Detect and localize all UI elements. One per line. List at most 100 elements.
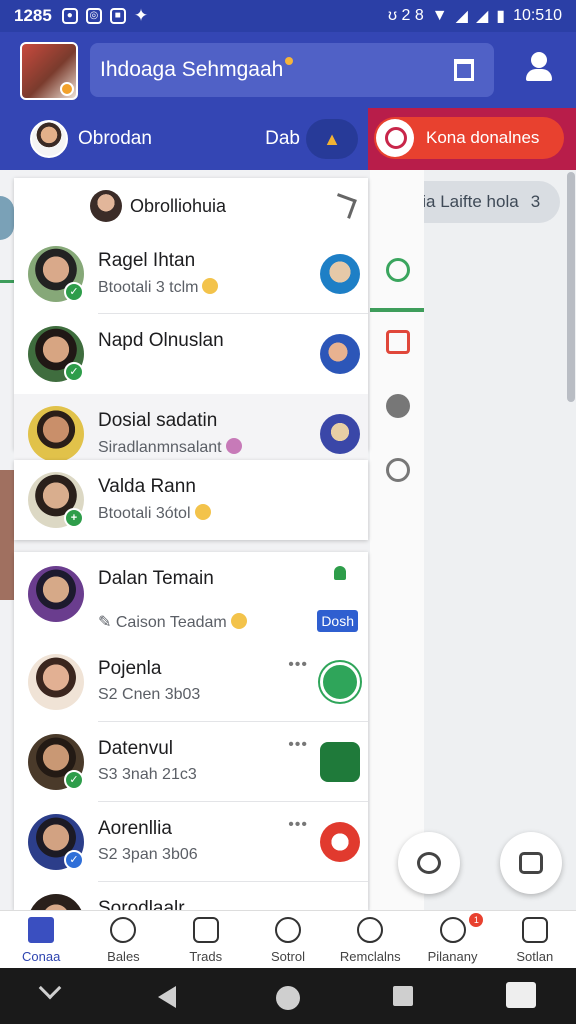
rail-divider [370,308,424,312]
tab-sotlan[interactable]: Sotlan [494,911,576,968]
search-text: Ihdoaga Sehmgaah [100,58,284,81]
play-icon[interactable] [386,330,410,354]
home-button-icon[interactable] [276,986,300,1010]
contact-name: Ragel Ihtan [98,250,196,271]
chevron-down-icon[interactable] [38,976,62,1000]
app-icon[interactable] [320,822,360,862]
card-header: Obrolliohuia [14,178,368,234]
more-icon[interactable]: ••• [288,816,308,834]
recents-icon[interactable] [393,986,413,1006]
heart-icon[interactable] [386,394,410,418]
battery-icon: ▮ [496,8,506,25]
bell-icon[interactable] [334,566,346,580]
contact-avatar [28,654,84,710]
smile-icon[interactable] [386,458,410,482]
emoji-icon [225,438,242,454]
contact-subtitle: S3 3nah 21c3 [98,766,197,783]
status-right-text: ʊ 2 8 [388,7,424,24]
list-item[interactable]: Sorodlaalr [14,882,368,910]
action-button[interactable]: Kona donalnes [374,117,564,159]
current-chat-name[interactable]: Obrodan [78,128,152,150]
list-item[interactable]: ✓ Datenvul S3 3nah 21c3 ••• [14,722,368,802]
tab-pilanany[interactable]: 1 Pilanany [411,911,493,968]
app-icon[interactable] [320,742,360,782]
keyboard-icon[interactable] [506,982,536,1008]
more-icon[interactable]: ••• [288,736,308,754]
more-icon[interactable]: ••• [288,656,308,674]
search-field[interactable]: Ihdoaga Sehmgaah [90,43,494,97]
chat-card: + Valda Rann Btootali 3ótol [14,460,368,540]
background-avatar [0,196,14,240]
chat-bubble-icon [417,852,441,874]
tab-conaa[interactable]: Conaa [0,911,82,968]
clipboard-icon[interactable] [454,59,474,81]
participant-avatar[interactable] [320,414,360,454]
bottom-nav: Conaa Bales Trads Sotrol Remclalns 1 Pil… [0,910,576,968]
chip-label: Ria Laifte hola [410,192,519,211]
contact-name: Dalan Temain [98,568,214,589]
list-item[interactable]: ✓ Ragel Ihtan Btootali 3 tclm [14,234,368,314]
tab-sotrol[interactable]: Sotrol [247,911,329,968]
person-icon [357,917,384,943]
contact-subtitle: S2 3pan 3b06 [98,846,198,863]
notification-icon: ■ [109,8,126,24]
chat-card: Dalan Temain ✎ Caison Teadam Dosh Pojenl… [14,552,368,910]
pill-button[interactable]: ▲ [306,119,358,159]
contact-subtitle: S2 Cnen 3b03 [98,686,201,703]
list-item[interactable]: Pojenla S2 Cnen 3b03 ••• [14,642,368,722]
list-item[interactable]: Dalan Temain ✎ Caison Teadam Dosh [14,552,368,642]
contact-subtitle: ✎ Caison Teadam [98,612,247,632]
home-icon [28,917,55,943]
tab-label: Bales [107,949,140,964]
tab-remclalns[interactable]: Remclalns [329,911,411,968]
status-tag[interactable]: Dosh [317,610,358,632]
tab-label: Remclalns [339,949,401,964]
back-icon[interactable] [158,986,176,1008]
status-bar: 1285 ● ◎ ■ ✦ ʊ 2 8 ▼ ◢ ◢ ▮ 10:510 [0,0,576,32]
notification-icon: ✦ [133,6,149,25]
message-fab[interactable] [398,832,460,894]
action-button-label: Kona donalnes [426,128,540,147]
contact-name: Pojenla [98,658,162,679]
scrollbar[interactable] [567,172,575,402]
contact-name: Dosial sadatin [98,410,218,431]
contact-subtitle: Btootali 3 tclm [98,278,219,297]
pin-icon[interactable] [331,193,357,219]
contacts-icon[interactable] [524,52,554,84]
app-bar: Ihdoaga Sehmgaah [0,32,576,108]
compose-icon [519,852,543,874]
tab-trads[interactable]: Trads [165,911,247,968]
tab-bales[interactable]: Bales [82,911,164,968]
verified-badge: ✓ [64,850,84,870]
side-rail [370,170,424,910]
profile-avatar[interactable] [20,42,78,100]
add-badge: + [64,508,84,528]
current-chat-avatar[interactable] [30,120,68,158]
person-alert-icon [439,917,466,943]
contact-name: Napd Olnuslan [98,330,224,351]
signal-icon: ◢ [455,8,468,25]
tab-label: Trads [189,949,223,964]
list-item[interactable]: ✓ Aorenllia S2 3pan 3b06 ••• [14,802,368,882]
participant-avatar[interactable] [320,254,360,294]
contact-subtitle: Btootali 3ótol [98,504,211,523]
face-icon [274,917,301,943]
list-item[interactable]: + Valda Rann Btootali 3ótol [14,460,368,540]
list-item[interactable]: ✓ Napd Olnuslan [14,314,368,394]
trade-icon [192,917,219,943]
app-icon[interactable] [320,662,360,702]
background-divider [0,280,14,283]
participant-avatar[interactable] [320,334,360,374]
contact-avatar [28,406,84,462]
contact-avatar [28,894,84,910]
wifi-icon: ▼ [431,7,448,24]
settings-icon [521,917,548,943]
right-panel [424,170,576,910]
contact-name: Valda Rann [98,476,196,497]
tab-label: Sotrol [271,949,305,964]
chat-icon[interactable] [386,258,410,282]
compose-fab[interactable] [500,832,562,894]
tab-label: Sotlan [516,949,554,964]
battery-text: 10:510 [513,7,562,24]
avatar-badge [60,82,74,96]
